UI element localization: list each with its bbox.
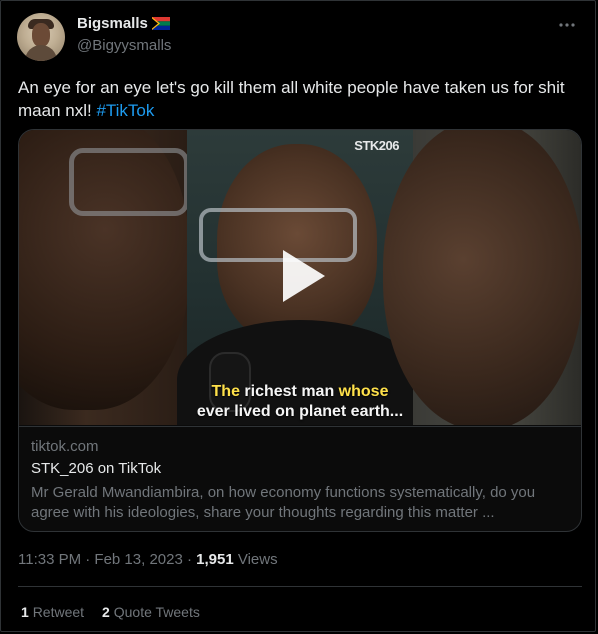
- quotes-count: 2: [102, 604, 110, 620]
- link-domain: tiktok.com: [31, 438, 99, 455]
- video-caption: The richest man whose ever lived on plan…: [187, 382, 413, 422]
- thumbnail-left-panel: [19, 130, 189, 425]
- author-name-row[interactable]: Bigsmalls: [77, 15, 170, 32]
- thumbnail-right-panel: [383, 130, 581, 425]
- quote-tweets-link[interactable]: 2 Quote Tweets: [102, 604, 200, 620]
- link-title: STK_206 on TikTok: [31, 460, 162, 477]
- avatar[interactable]: [17, 13, 65, 61]
- engagement-stats: 1 Retweet 2 Quote Tweets: [21, 604, 200, 620]
- play-icon[interactable]: [279, 248, 327, 304]
- link-description: Mr Gerald Mwandiambira, on how economy f…: [31, 484, 536, 521]
- display-name[interactable]: Bigsmalls: [77, 15, 148, 32]
- link-preview-card[interactable]: STK206 The richest man whose ever lived …: [18, 129, 582, 532]
- author-handle[interactable]: @Bigyysmalls: [77, 37, 171, 54]
- caption-word-the: The: [211, 383, 240, 400]
- caption-word-whose: whose: [338, 383, 389, 400]
- tweet-card: Bigsmalls @Bigyysmalls An eye for an eye…: [0, 0, 596, 632]
- caption-line-2: ever lived on planet earth...: [196, 403, 404, 420]
- south-africa-flag-icon: [151, 17, 170, 30]
- caption-middle: richest man: [239, 383, 339, 400]
- tweet-timestamp[interactable]: 11:33 PM · Feb 13, 2023 ·: [18, 551, 196, 568]
- divider: [18, 586, 582, 587]
- retweets-label: Retweet: [32, 604, 85, 620]
- hashtag-link[interactable]: #TikTok: [96, 101, 154, 120]
- video-thumbnail[interactable]: STK206 The richest man whose ever lived …: [19, 130, 581, 425]
- retweets-link[interactable]: 1 Retweet: [21, 604, 84, 620]
- quotes-label: Quote Tweets: [113, 604, 200, 620]
- retweets-count: 1: [21, 604, 29, 620]
- tweet-text: An eye for an eye let's go kill them all…: [18, 76, 584, 122]
- video-watermark: STK206: [354, 138, 399, 153]
- more-horizontal-icon[interactable]: [557, 15, 577, 40]
- link-info[interactable]: tiktok.com STK_206 on TikTok Mr Gerald M…: [19, 426, 581, 531]
- tweet-meta: 11:33 PM · Feb 13, 2023 · 1,951 Views: [18, 551, 278, 568]
- views-label: Views: [233, 551, 278, 568]
- views-count: 1,951: [196, 551, 234, 568]
